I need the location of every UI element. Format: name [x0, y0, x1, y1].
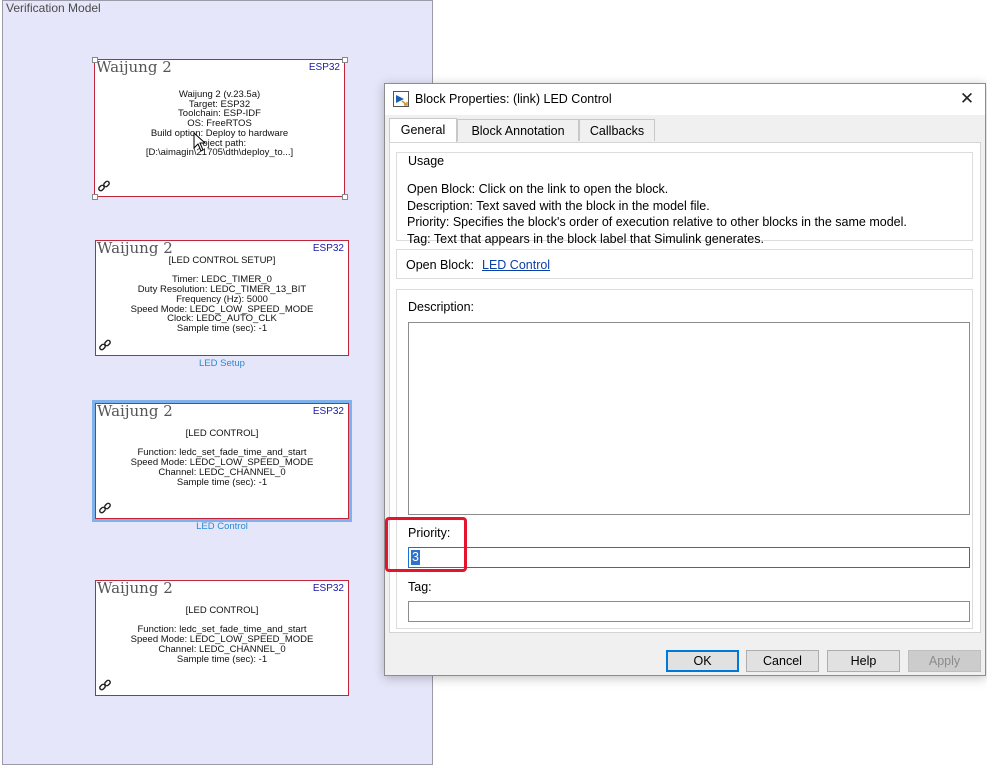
chain-link-icon	[99, 502, 111, 514]
block-chip: ESP32	[308, 62, 340, 73]
chain-link-icon	[99, 679, 111, 691]
led-setup-block[interactable]: Waijung 2 ESP32 [LED CONTROL SETUP] Time…	[95, 239, 349, 356]
priority-highlight-annotation	[385, 517, 467, 572]
general-panel: Usage Open Block: Click on the link to o…	[389, 142, 981, 633]
subsystem-title: Verification Model	[6, 1, 101, 15]
description-textarea[interactable]	[408, 322, 970, 515]
simulink-icon	[393, 91, 409, 107]
open-block-label: Open Block:	[406, 258, 475, 272]
block-text: Waijung 2 (v.23.5a) Target: ESP32 Toolch…	[95, 90, 344, 158]
block-line: Sample time (sec): -1	[176, 322, 268, 334]
block-text: [LED CONTROL] Function: ledc_set_fade_ti…	[96, 429, 348, 487]
tab-callbacks[interactable]: Callbacks	[579, 119, 655, 141]
block-line: Sample time (sec): -1	[176, 476, 268, 488]
parameters-group: Description: Priority: 3 Tag:	[396, 289, 973, 629]
block-brand: Waijung 2	[97, 239, 173, 257]
tag-input[interactable]	[408, 601, 970, 622]
usage-line: Tag: Text that appears in the block labe…	[407, 231, 764, 246]
mouse-cursor-icon	[193, 132, 207, 152]
open-block-row: Open Block: LED Control	[396, 249, 973, 279]
block-brand: Waijung 2	[96, 58, 172, 76]
tag-label: Tag:	[408, 580, 432, 594]
dialog-titlebar[interactable]: Block Properties: (link) LED Control ✕	[385, 84, 985, 115]
block-text: [LED CONTROL] Function: ledc_set_fade_ti…	[96, 606, 348, 664]
usage-line: Priority: Specifies the block's order of…	[407, 215, 907, 229]
block-line: [D:\aimagin\21705\dth\deploy_to...]	[145, 147, 294, 159]
apply-button[interactable]: Apply	[908, 650, 981, 672]
led-control-block-2[interactable]: Waijung 2 ESP32 [LED CONTROL] Function: …	[95, 579, 349, 696]
close-icon[interactable]: ✕	[955, 88, 979, 110]
selection-handle[interactable]	[92, 194, 98, 200]
waijung-target-block[interactable]: Waijung 2 ESP32 Waijung 2 (v.23.5a) Targ…	[94, 58, 345, 197]
ok-button[interactable]: OK	[666, 650, 739, 672]
chain-link-icon	[99, 339, 111, 351]
selection-handle[interactable]	[342, 57, 348, 63]
block-label-led-setup[interactable]: LED Setup	[95, 358, 349, 369]
tab-general[interactable]: General	[389, 118, 457, 142]
block-line: Sample time (sec): -1	[176, 653, 268, 665]
block-label-led-control[interactable]: LED Control	[95, 521, 349, 532]
block-brand: Waijung 2	[97, 402, 173, 420]
cancel-button[interactable]: Cancel	[746, 650, 819, 672]
selection-handle[interactable]	[92, 57, 98, 63]
usage-legend: Usage	[405, 154, 448, 168]
block-text: [LED CONTROL SETUP] Timer: LEDC_TIMER_0 …	[96, 256, 348, 334]
block-brand: Waijung 2	[97, 579, 173, 597]
block-chip: ESP32	[312, 583, 344, 594]
help-button[interactable]: Help	[827, 650, 900, 672]
priority-input[interactable]: 3	[408, 547, 970, 568]
chain-link-icon	[98, 180, 110, 192]
block-chip: ESP32	[312, 406, 344, 417]
usage-line: Open Block: Click on the link to open th…	[407, 182, 669, 196]
open-block-link[interactable]: LED Control	[482, 258, 550, 272]
tab-block-annotation[interactable]: Block Annotation	[457, 119, 579, 141]
usage-group: Usage Open Block: Click on the link to o…	[396, 152, 973, 246]
usage-line: Description: Text saved with the block i…	[407, 198, 710, 213]
selection-handle[interactable]	[342, 194, 348, 200]
led-control-block[interactable]: Waijung 2 ESP32 [LED CONTROL] Function: …	[95, 402, 349, 519]
usage-text: Open Block: Click on the link to open th…	[407, 181, 907, 247]
block-chip: ESP32	[312, 243, 344, 254]
description-label: Description:	[408, 300, 474, 314]
block-properties-dialog: Block Properties: (link) LED Control ✕ G…	[384, 83, 986, 676]
dialog-title: Block Properties: (link) LED Control	[415, 92, 612, 106]
